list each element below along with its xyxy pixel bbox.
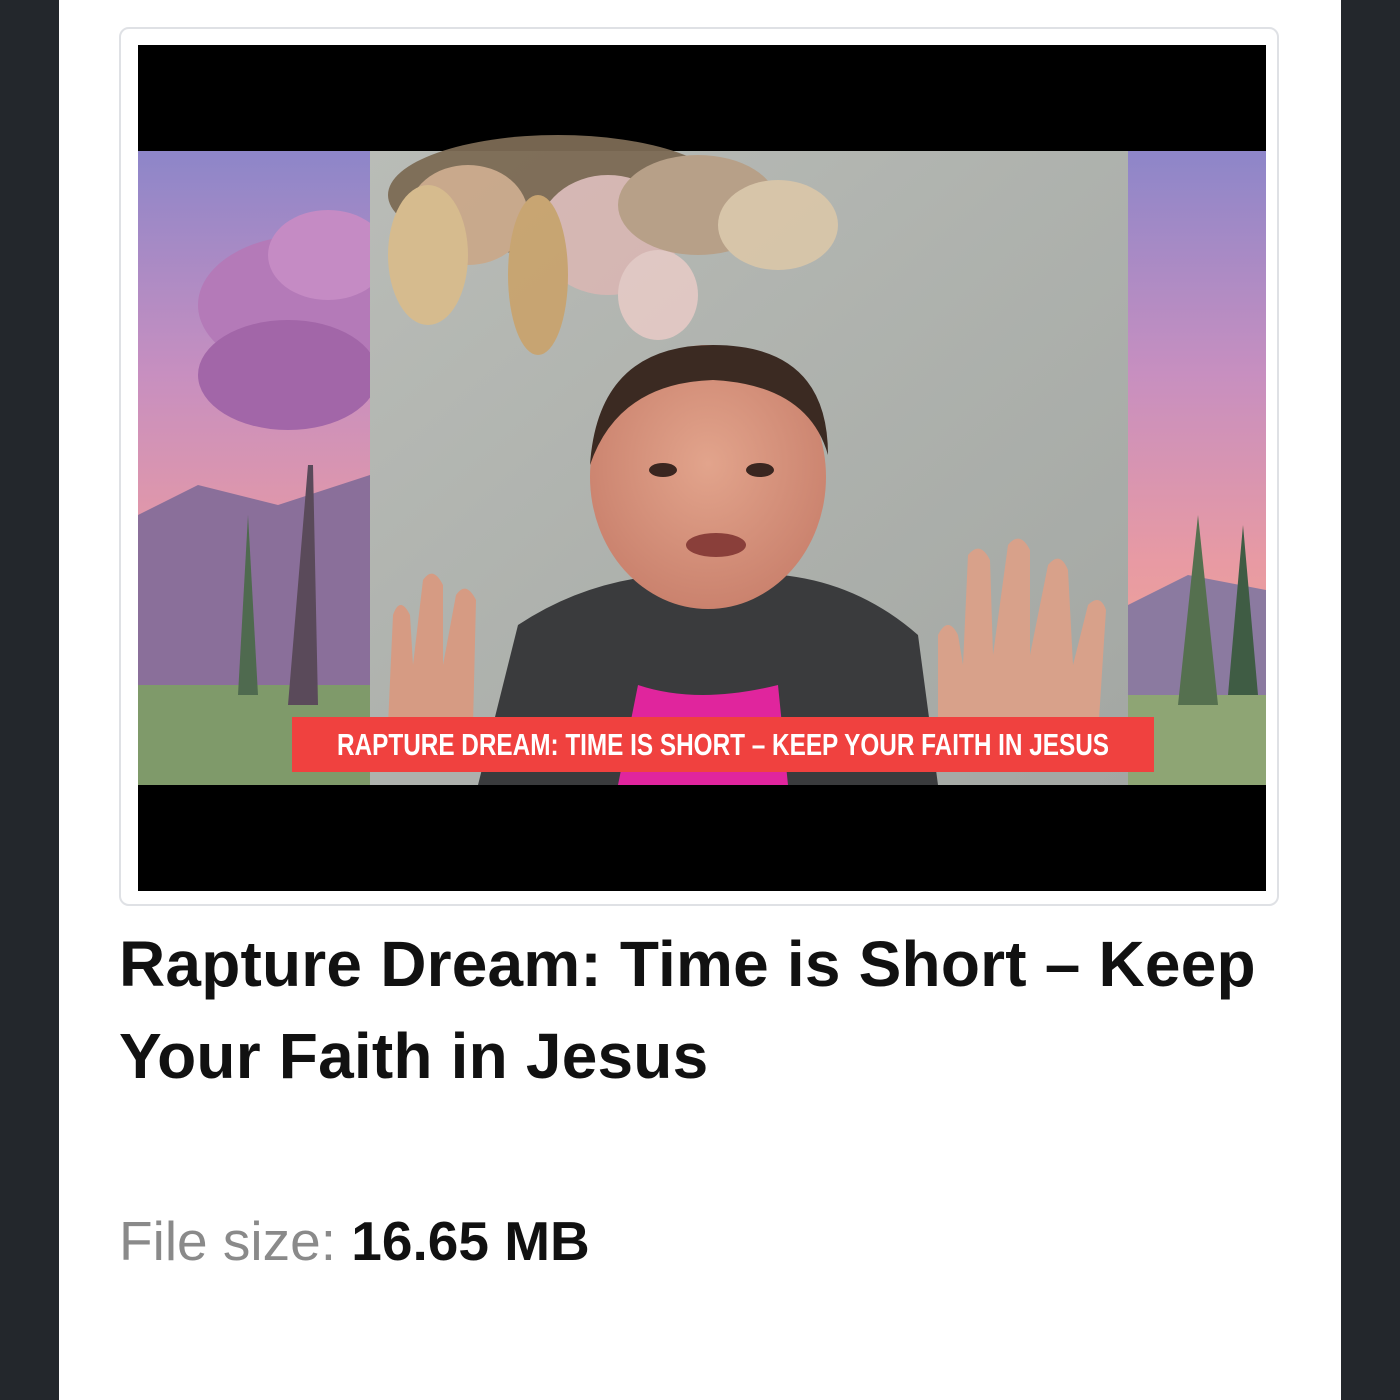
video-thumbnail[interactable]: RAPTURE DREAM: TIME IS SHORT – KEEP YOUR… [138, 45, 1266, 891]
file-size-row: File size: 16.65 MB [119, 1206, 590, 1276]
content-panel: RAPTURE DREAM: TIME IS SHORT – KEEP YOUR… [59, 0, 1341, 1400]
file-size-label: File size: [119, 1210, 336, 1272]
video-thumbnail-card[interactable]: RAPTURE DREAM: TIME IS SHORT – KEEP YOUR… [119, 27, 1279, 906]
video-title: Rapture Dream: Time is Short – Keep Your… [119, 928, 1256, 1092]
thumbnail-caption: RAPTURE DREAM: TIME IS SHORT – KEEP YOUR… [337, 727, 1109, 762]
file-size-value: 16.65 MB [351, 1210, 590, 1272]
thumbnail-image: RAPTURE DREAM: TIME IS SHORT – KEEP YOUR… [138, 45, 1266, 891]
